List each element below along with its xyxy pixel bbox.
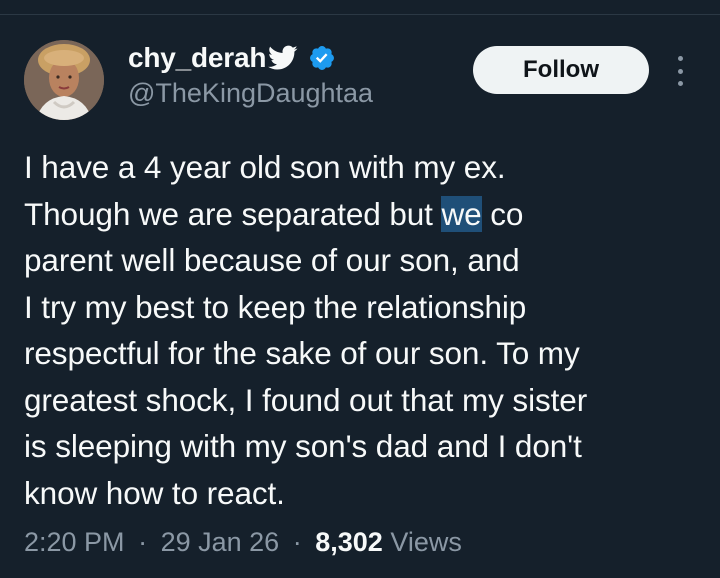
tweet-text: I have a 4 year old son with my ex. Thou… <box>24 144 714 516</box>
follow-button[interactable]: Follow <box>473 46 649 94</box>
avatar-image <box>24 40 104 120</box>
selected-text: we <box>441 195 482 232</box>
tweet-line: Though we are separated but we co <box>24 191 714 238</box>
tweet-line: I have a 4 year old son with my ex. <box>24 149 506 185</box>
top-divider <box>0 14 720 15</box>
tweet-metadata: 2:20 PM · 29 Jan 26 · 8,302 Views <box>24 527 462 558</box>
views-label: Views <box>390 527 462 557</box>
tweet-time[interactable]: 2:20 PM <box>24 527 125 557</box>
views-count[interactable]: 8,302 <box>315 527 383 557</box>
author-handle[interactable]: @TheKingDaughtaa <box>128 78 373 109</box>
meta-separator: · <box>292 527 302 557</box>
tweet-line: I try my best to keep the relationship <box>24 288 527 325</box>
tweet-date[interactable]: 29 Jan 26 <box>161 527 280 557</box>
tweet-text-segment: co <box>481 195 524 232</box>
more-vertical-icon[interactable] <box>670 56 690 86</box>
tweet-line: parent well because of our son, and <box>24 242 520 278</box>
author-name-row: chy_derah <box>128 40 336 76</box>
bird-icon <box>268 45 298 71</box>
author-display-name[interactable]: chy_derah <box>128 42 266 74</box>
tweet-line: is sleeping with my son's dad and I don'… <box>24 428 582 464</box>
avatar[interactable] <box>24 40 104 120</box>
meta-separator: · <box>138 527 148 557</box>
tweet-text-segment: Though we are separated but <box>24 195 442 232</box>
tweet-line: greatest shock, I found out that my sist… <box>24 381 588 418</box>
tweet-line: respectful for the sake of our son. To m… <box>24 335 580 371</box>
verified-badge-icon <box>308 44 336 72</box>
tweet-line: know how to react. <box>24 474 285 511</box>
